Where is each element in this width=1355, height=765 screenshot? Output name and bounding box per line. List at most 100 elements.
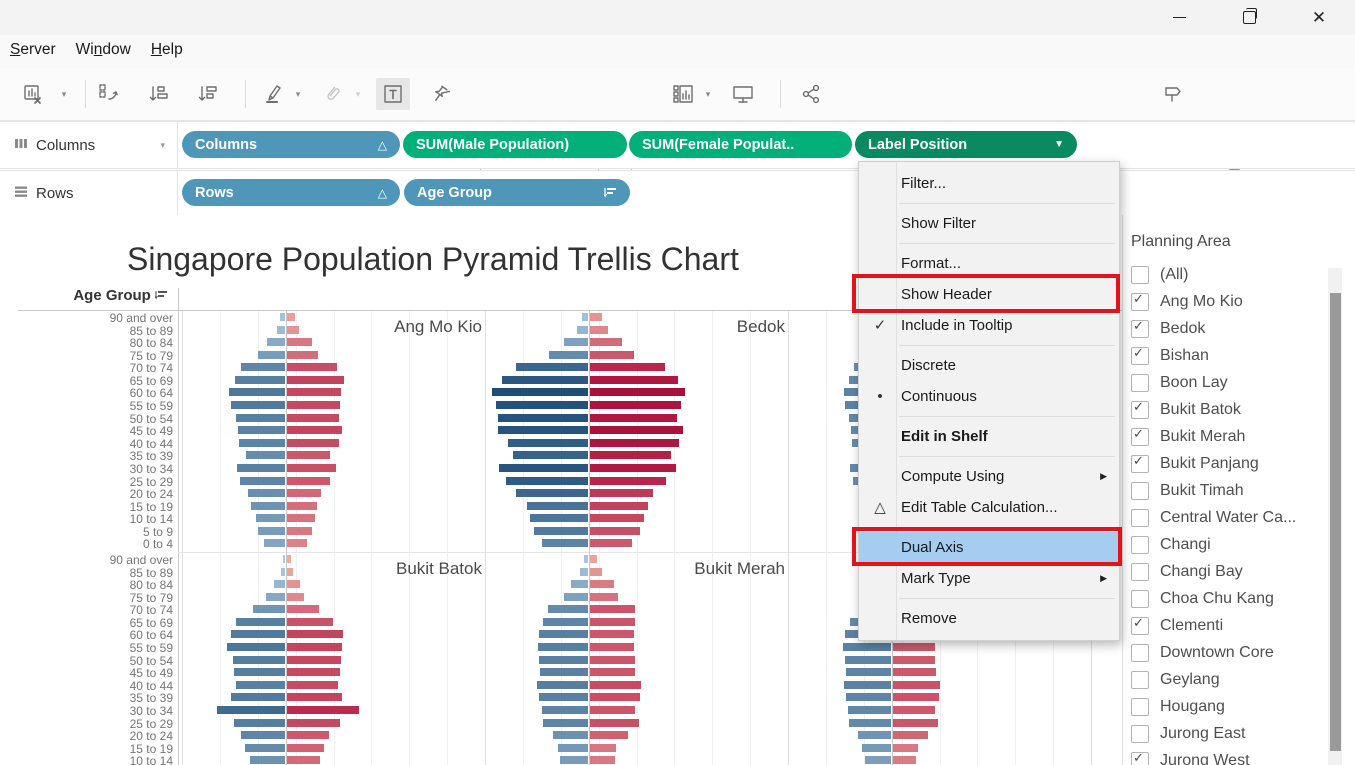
checkbox-checked[interactable] [1131,320,1149,338]
female-bar[interactable] [287,351,318,359]
female-bar[interactable] [287,681,338,689]
female-bar[interactable] [893,719,938,727]
female-bar[interactable] [590,338,622,346]
female-bar[interactable] [893,756,916,764]
female-bar[interactable] [590,719,639,727]
male-bar[interactable] [571,580,588,588]
female-bar[interactable] [590,388,685,396]
filter-item-boon-lay[interactable]: Boon Lay [1131,371,1228,395]
filter-item-choa-chu-kang[interactable]: Choa Chu Kang [1131,587,1274,611]
menu-item-continuous[interactable]: Continuous• [859,381,1119,412]
male-bar[interactable] [540,668,588,676]
female-bar[interactable] [590,514,644,522]
pill-rows-calc[interactable]: Rows △ [182,179,400,206]
checkbox-unchecked[interactable] [1131,536,1149,554]
female-bar[interactable] [590,414,677,422]
female-bar[interactable] [893,656,935,664]
male-bar[interactable] [233,656,285,664]
checkbox-unchecked[interactable] [1131,482,1149,500]
female-bar[interactable] [590,593,618,601]
male-bar[interactable] [499,464,588,472]
female-bar[interactable] [590,756,615,764]
paperclip-caret[interactable]: ▾ [350,78,366,110]
male-bar[interactable] [236,414,285,422]
checkbox-unchecked[interactable] [1131,266,1149,284]
filter-item-bishan[interactable]: Bishan [1131,344,1209,368]
female-bar[interactable] [287,489,321,497]
filter-item-jurong-east[interactable]: Jurong East [1131,722,1245,746]
checkbox-checked[interactable] [1131,401,1149,419]
filter-item-bukit-batok[interactable]: Bukit Batok [1131,398,1241,422]
female-bar[interactable] [287,388,341,396]
male-bar[interactable] [844,681,891,689]
male-bar[interactable] [236,618,285,626]
male-bar[interactable] [240,477,285,485]
female-bar[interactable] [590,376,678,384]
male-bar[interactable] [527,502,588,510]
highlight-caret[interactable]: ▾ [290,78,306,110]
share-icon[interactable] [796,78,826,110]
male-bar[interactable] [534,527,588,535]
female-bar[interactable] [590,630,634,638]
tooltip-signpost-icon[interactable] [1158,78,1188,110]
pill-sum-male-population[interactable]: SUM(Male Population) [403,131,627,158]
male-bar[interactable] [267,338,285,346]
filter-item-all[interactable]: (All) [1131,263,1188,287]
male-bar[interactable] [538,643,588,651]
male-bar[interactable] [846,668,891,676]
female-bar[interactable] [590,351,634,359]
male-bar[interactable] [858,731,891,739]
show-hide-cards-caret[interactable]: ▾ [700,78,716,110]
filter-item-bedok[interactable]: Bedok [1131,317,1205,341]
male-bar[interactable] [241,731,285,739]
female-bar[interactable] [287,426,342,434]
filter-item-changi-bay[interactable]: Changi Bay [1131,560,1243,584]
male-bar[interactable] [865,756,891,764]
male-bar[interactable] [258,527,285,535]
filter-item-downtown-core[interactable]: Downtown Core [1131,641,1274,665]
male-bar[interactable] [516,489,588,497]
male-bar[interactable] [217,706,285,714]
menu-item-show-header[interactable]: Show Header [859,279,1119,310]
show-hide-cards-icon[interactable] [668,78,698,110]
female-bar[interactable] [287,464,336,472]
female-bar[interactable] [590,451,671,459]
male-bar[interactable] [231,401,285,409]
female-bar[interactable] [287,580,300,588]
male-bar[interactable] [542,539,588,547]
clear-sheet-caret[interactable]: ▾ [56,78,72,110]
female-bar[interactable] [287,643,342,651]
minimize-button[interactable] [1156,0,1202,35]
menu-item-edit-in-shelf[interactable]: Edit in Shelf [859,421,1119,452]
menu-item-format[interactable]: Format... [859,248,1119,279]
filter-item-hougang[interactable]: Hougang [1131,695,1225,719]
female-bar[interactable] [287,706,359,714]
male-bar[interactable] [234,719,285,727]
male-bar[interactable] [266,593,285,601]
female-bar[interactable] [590,744,616,752]
filter-item-central-water-ca[interactable]: Central Water Ca... [1131,506,1296,530]
female-bar[interactable] [287,439,339,447]
menu-item-compute-using[interactable]: Compute Using▶ [859,461,1119,492]
female-bar[interactable] [287,656,341,664]
female-bar[interactable] [590,731,628,739]
menu-item-edit-table-calculation[interactable]: Edit Table Calculation...△ [859,492,1119,523]
female-bar[interactable] [287,605,319,613]
male-bar[interactable] [234,668,285,676]
male-bar[interactable] [539,693,588,701]
female-bar[interactable] [893,706,935,714]
male-bar[interactable] [235,376,285,384]
female-bar[interactable] [287,451,330,459]
female-bar[interactable] [590,426,683,434]
female-bar[interactable] [287,477,330,485]
male-bar[interactable] [549,351,588,359]
male-bar[interactable] [862,744,891,752]
checkbox-checked[interactable] [1131,293,1149,311]
female-bar[interactable] [287,744,324,752]
female-bar[interactable] [590,643,634,651]
female-bar[interactable] [287,618,333,626]
menu-item-filter[interactable]: Filter... [859,168,1119,199]
checkbox-checked[interactable] [1131,752,1149,765]
female-bar[interactable] [287,527,312,535]
male-bar[interactable] [245,744,285,752]
